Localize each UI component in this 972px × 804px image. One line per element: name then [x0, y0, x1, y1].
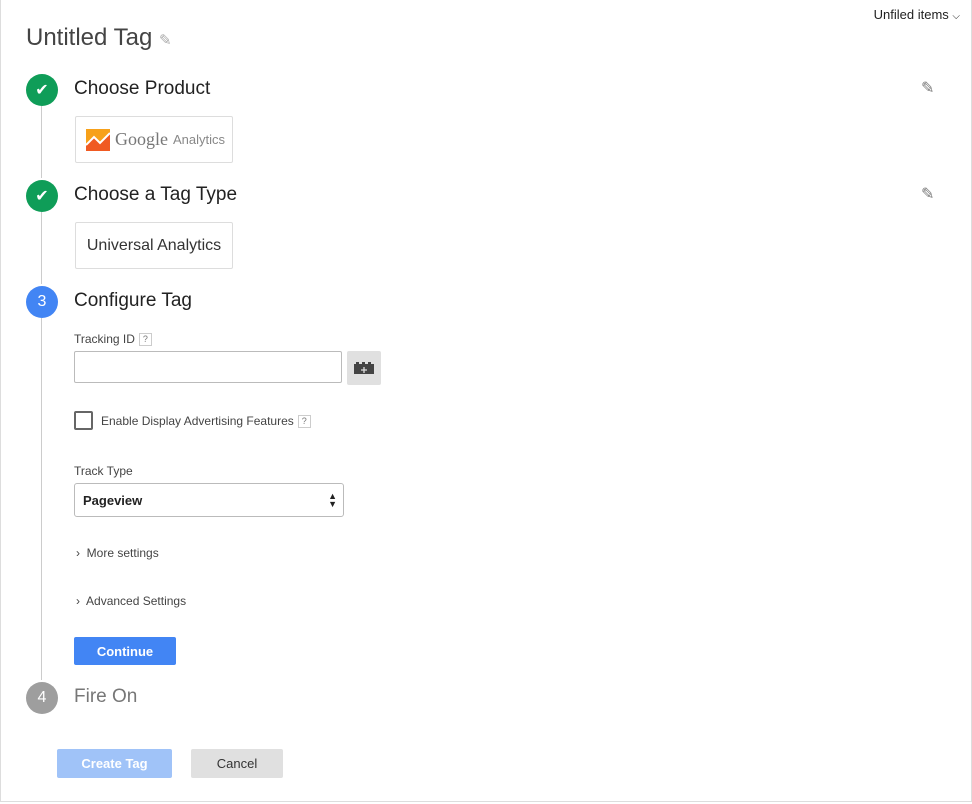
step-title: Choose Product	[74, 78, 211, 99]
continue-button[interactable]: Continue	[74, 637, 176, 665]
check-icon: ✔	[26, 74, 58, 106]
step-connector	[41, 212, 42, 284]
add-variable-button[interactable]	[347, 351, 381, 385]
step-number: 4	[26, 682, 58, 714]
pencil-icon[interactable]: ✎	[159, 32, 172, 49]
chevron-down-icon: ⌵	[952, 11, 960, 22]
more-settings-toggle[interactable]: › More settings	[76, 546, 159, 560]
folder-dropdown[interactable]: Unfiled items ⌵	[867, 7, 960, 22]
advanced-settings-toggle[interactable]: › Advanced Settings	[76, 594, 186, 608]
tag-type-card[interactable]: Universal Analytics	[75, 222, 233, 269]
help-icon[interactable]: ?	[297, 415, 311, 429]
link-text: More settings	[86, 546, 159, 560]
chevron-right-icon: ›	[76, 546, 80, 560]
variable-brick-icon	[354, 362, 374, 374]
help-icon[interactable]: ?	[138, 333, 152, 347]
track-type-label: Track Type	[74, 464, 133, 478]
tracking-id-label: Tracking ID?	[74, 332, 152, 347]
pencil-icon[interactable]: ✎	[921, 184, 934, 204]
brand-text: Google	[115, 129, 168, 149]
cancel-button[interactable]: Cancel	[191, 749, 283, 778]
pencil-icon[interactable]: ✎	[921, 78, 934, 98]
create-tag-button[interactable]: Create Tag	[57, 749, 172, 778]
label-text: Enable Display Advertising Features	[101, 414, 294, 428]
product-card[interactable]: Google Analytics	[75, 116, 233, 163]
tag-title[interactable]: Untitled Tag ✎	[26, 24, 172, 52]
display-ads-label: Enable Display Advertising Features?	[101, 414, 311, 429]
display-ads-checkbox[interactable]	[74, 411, 93, 430]
select-value: Pageview	[83, 492, 143, 508]
label-text: Tracking ID	[74, 332, 135, 346]
product-text: Analytics	[173, 132, 226, 147]
check-icon: ✔	[26, 180, 58, 212]
step-connector	[41, 106, 42, 178]
tag-type-text: Universal Analytics	[86, 236, 222, 254]
step-title[interactable]: Fire On	[74, 686, 137, 708]
step-connector	[41, 318, 42, 680]
google-analytics-logo	[86, 128, 110, 151]
link-text: Advanced Settings	[86, 594, 187, 608]
tag-title-text: Untitled Tag	[26, 24, 153, 51]
step-title: Choose a Tag Type	[74, 184, 238, 205]
step-title: Configure Tag	[74, 290, 192, 311]
select-arrows-icon: ▲ ▼	[328, 491, 337, 509]
chevron-right-icon: ›	[76, 594, 80, 608]
tracking-id-input[interactable]	[74, 351, 342, 383]
step-number: 3	[26, 286, 58, 318]
track-type-select[interactable]: Pageview ▲ ▼	[74, 483, 344, 517]
folder-label: Unfiled items	[873, 7, 949, 22]
